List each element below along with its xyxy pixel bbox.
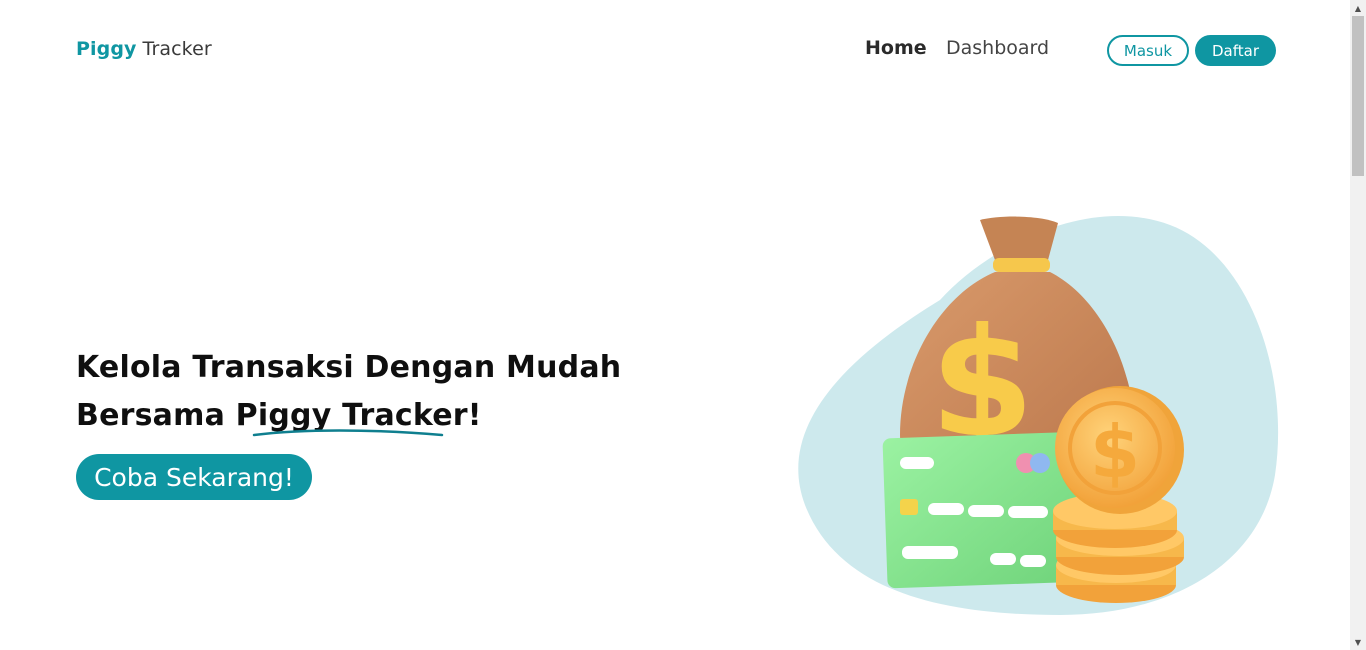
hero-title-line1: Kelola Transaksi Dengan Mudah <box>76 350 622 385</box>
brand-logo[interactable]: Piggy Tracker <box>76 38 212 60</box>
page-scrollbar[interactable]: ▲ ▼ <box>1350 0 1366 650</box>
register-button[interactable]: Daftar <box>1195 35 1276 66</box>
scroll-down-icon[interactable]: ▼ <box>1350 634 1366 650</box>
nav-dashboard-link[interactable]: Dashboard <box>946 37 1049 59</box>
login-button[interactable]: Masuk <box>1107 35 1189 66</box>
hero-title-line2-suffix: ! <box>467 398 482 433</box>
dollar-coin-icon: $ <box>1055 386 1184 514</box>
nav-home-link[interactable]: Home <box>865 37 927 59</box>
svg-text:$: $ <box>1090 410 1140 494</box>
hero-title: Kelola Transaksi Dengan Mudah Bersama Pi… <box>76 344 676 440</box>
cta-button[interactable]: Coba Sekarang! <box>76 454 312 500</box>
brand-bold: Piggy <box>76 38 137 60</box>
brand-regular: Tracker <box>142 38 212 60</box>
hero-title-line2-prefix: Bersama <box>76 398 236 433</box>
highlight-underline <box>252 429 444 437</box>
scroll-up-icon[interactable]: ▲ <box>1350 0 1366 16</box>
scroll-thumb[interactable] <box>1352 16 1364 176</box>
money-bag-card-coins-illustration: $ $ <box>798 215 1279 615</box>
